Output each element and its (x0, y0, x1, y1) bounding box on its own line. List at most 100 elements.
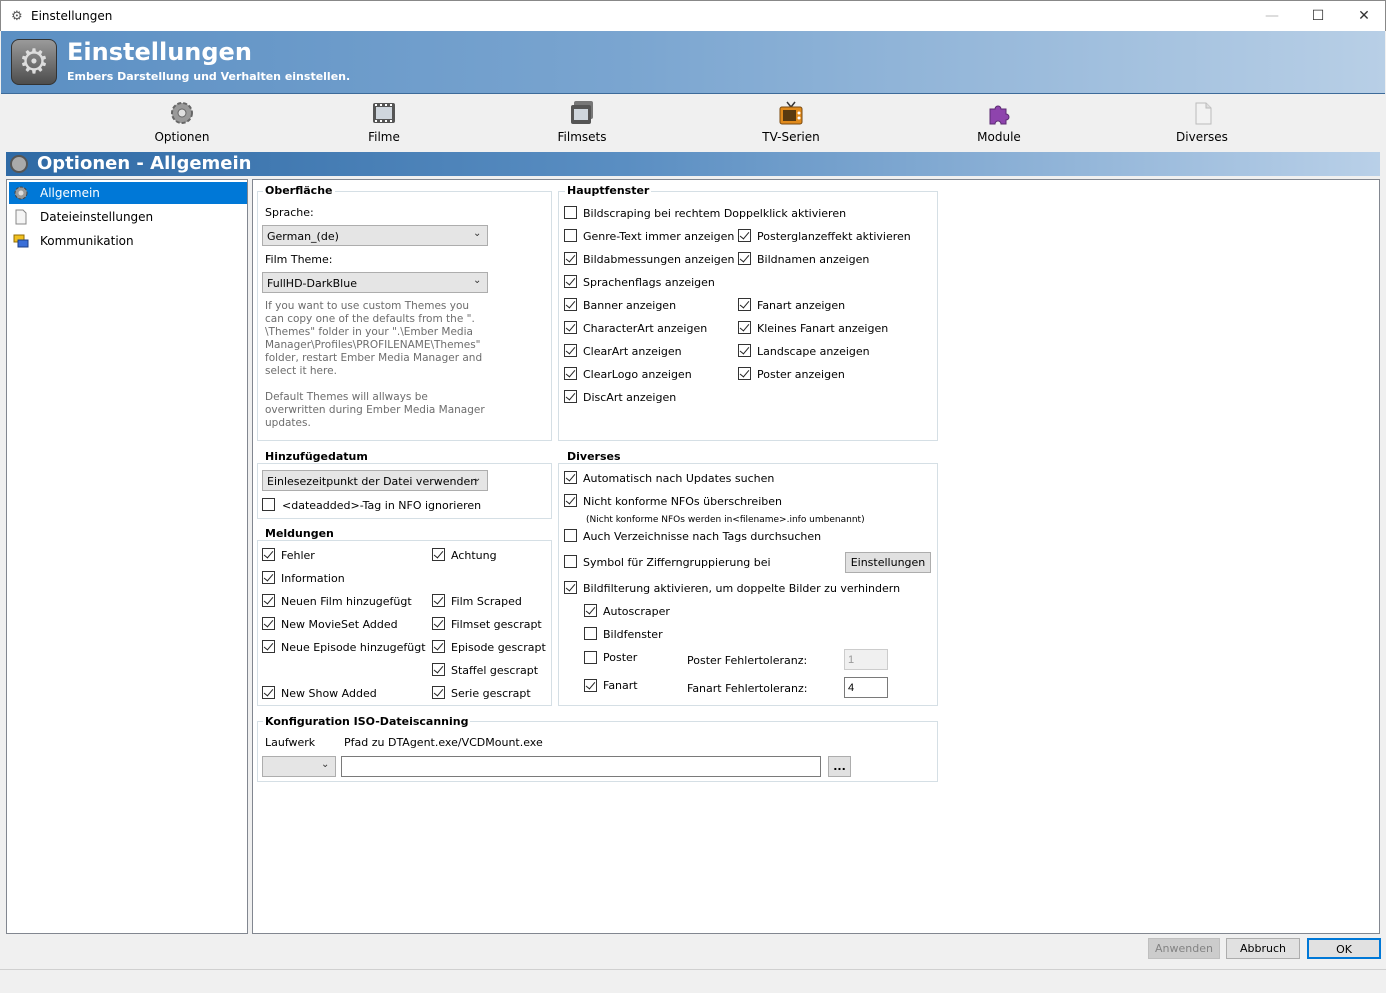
close-button[interactable]: ✕ (1341, 1, 1386, 31)
digit-grouping-label: Symbol für Zifferngruppierung bei (583, 556, 771, 569)
toolbar-tv-serien[interactable]: TV-Serien (731, 100, 851, 148)
meldung-film-scraped-checkbox[interactable] (432, 594, 445, 607)
clearlogo-checkbox[interactable] (564, 367, 577, 380)
digit-grouping-checkbox[interactable] (564, 555, 577, 568)
fanart-filter-checkbox[interactable] (584, 679, 597, 692)
toolbar-label: Filmsets (557, 130, 607, 144)
theme-hint: If you want to use custom Themes you can… (265, 300, 483, 377)
meldung-neuer-film-checkbox[interactable] (262, 594, 275, 607)
autoscraper-checkbox[interactable] (584, 604, 597, 617)
tags-scan-checkbox[interactable] (564, 529, 577, 542)
dtagent-path-input[interactable] (341, 756, 821, 777)
meldung-serie-gescrapt-checkbox[interactable] (432, 686, 445, 699)
document-icon (1195, 102, 1212, 125)
landscape-checkbox[interactable] (738, 344, 751, 357)
poster-tolerance-label: Poster Fehlertoleranz: (687, 654, 808, 667)
section-title: Optionen - Allgemein (37, 153, 252, 174)
toolbar-filmsets[interactable]: Filmsets (522, 100, 642, 148)
gear-icon (14, 186, 28, 200)
film-icon (373, 103, 395, 123)
hauptfenster-label: CharacterArt anzeigen (583, 322, 708, 335)
toolbar-diverses[interactable]: Diverses (1142, 100, 1262, 148)
bildabmessungen-checkbox[interactable] (564, 252, 577, 265)
file-icon (15, 209, 27, 225)
hauptfenster-label: Posterglanzeffekt aktivieren (757, 230, 911, 243)
fanart-filter-label: Fanart (603, 679, 638, 692)
meldung-neue-episode-checkbox[interactable] (262, 640, 275, 653)
toolbar-label: Filme (368, 130, 400, 144)
genre-text-checkbox[interactable] (564, 229, 577, 242)
group-title: Oberfläche (263, 184, 335, 197)
tree-item-kommunikation[interactable]: Kommunikation (9, 230, 247, 252)
select-value: Einlesezeitpunkt der Datei verwenden (267, 475, 478, 488)
characterart-checkbox[interactable] (564, 321, 577, 334)
tree-item-dateieinstellungen[interactable]: Dateieinstellungen (9, 206, 247, 228)
hauptfenster-label: DiscArt anzeigen (583, 391, 677, 404)
apply-button[interactable]: Anwenden (1148, 938, 1220, 959)
meldung-filmset-gescrapt-checkbox[interactable] (432, 617, 445, 630)
poster-tolerance-input[interactable]: 1 (844, 649, 888, 670)
tree-item-label: Kommunikation (40, 234, 134, 248)
hauptfenster-label: Poster anzeigen (757, 368, 845, 381)
image-filter-label: Bildfilterung aktivieren, um doppelte Bi… (583, 582, 901, 595)
image-filter-checkbox[interactable] (564, 581, 577, 594)
meldung-information-checkbox[interactable] (262, 571, 275, 584)
nfo-overwrite-label: Nicht konforme NFOs überschreiben (583, 495, 782, 508)
toolbar-label: Module (977, 130, 1021, 144)
meldung-achtung-checkbox[interactable] (432, 548, 445, 561)
bildscraping-doppelklick-checkbox[interactable] (564, 206, 577, 219)
theme-overwrite-hint: Default Themes will allways be overwritt… (265, 391, 485, 429)
toolbar-filme[interactable]: Filme (324, 100, 444, 148)
meldung-label: New MovieSet Added (281, 618, 398, 631)
fanart-checkbox[interactable] (738, 298, 751, 311)
sprache-select[interactable]: German_(de) ⌄ (262, 225, 488, 246)
filmset-icon (571, 101, 593, 124)
gear-icon (10, 155, 28, 173)
input-value: 1 (848, 654, 855, 666)
meldung-episode-gescrapt-checkbox[interactable] (432, 640, 445, 653)
meldung-label: Neue Episode hinzugefügt (281, 641, 426, 654)
section-header: Optionen - Allgemein (6, 152, 1380, 176)
meldung-fehler-checkbox[interactable] (262, 548, 275, 561)
browse-button[interactable]: ... (828, 756, 851, 777)
toolbar-optionen[interactable]: Optionen (122, 100, 242, 148)
bildfenster-checkbox[interactable] (584, 627, 597, 640)
meldung-new-show-checkbox[interactable] (262, 686, 275, 699)
title-bar: ⚙ Einstellungen — ☐ ✕ (0, 0, 1386, 31)
hauptfenster-label: Landscape anzeigen (757, 345, 870, 358)
theme-select[interactable]: FullHD-DarkBlue ⌄ (262, 272, 488, 293)
hauptfenster-label: Bildscraping bei rechtem Doppelklick akt… (583, 207, 847, 220)
toolbar-module[interactable]: Module (939, 100, 1059, 148)
posterglanz-checkbox[interactable] (738, 229, 751, 242)
status-bar (0, 969, 1386, 993)
meldung-label: Filmset gescrapt (451, 618, 542, 631)
meldung-staffel-gescrapt-checkbox[interactable] (432, 663, 445, 676)
clearart-checkbox[interactable] (564, 344, 577, 357)
discart-checkbox[interactable] (564, 390, 577, 403)
dateadded-ignore-checkbox[interactable] (262, 498, 275, 511)
maximize-button[interactable]: ☐ (1295, 1, 1341, 31)
sprachenflags-checkbox[interactable] (564, 275, 577, 288)
meldung-label: Information (281, 572, 345, 585)
auto-updates-checkbox[interactable] (564, 471, 577, 484)
fanart-tolerance-input[interactable]: 4 (844, 677, 888, 698)
bildfenster-label: Bildfenster (603, 628, 663, 641)
banner-checkbox[interactable] (564, 298, 577, 311)
poster-anzeigen-checkbox[interactable] (738, 367, 751, 380)
nfo-overwrite-checkbox[interactable] (564, 494, 577, 507)
cancel-button[interactable]: Abbruch (1226, 938, 1300, 959)
hauptfenster-label: ClearLogo anzeigen (583, 368, 692, 381)
einstellungen-button[interactable]: Einstellungen (845, 552, 931, 573)
settings-tree: Allgemein Dateieinstellungen Kommunikati… (6, 179, 248, 934)
settings-app-icon: ⚙ (11, 39, 57, 85)
hinzufuegedatum-select[interactable]: Einlesezeitpunkt der Datei verwenden ⌄ (262, 470, 488, 491)
bildnamen-checkbox[interactable] (738, 252, 751, 265)
meldung-movieset-added-checkbox[interactable] (262, 617, 275, 630)
ok-button[interactable]: OK (1307, 938, 1381, 959)
minimize-button[interactable]: — (1249, 1, 1295, 31)
tree-item-allgemein[interactable]: Allgemein (9, 182, 247, 204)
kleines-fanart-checkbox[interactable] (738, 321, 751, 334)
laufwerk-select[interactable]: ⌄ (262, 756, 336, 777)
group-title: Meldungen (263, 527, 336, 540)
poster-filter-checkbox[interactable] (584, 651, 597, 664)
